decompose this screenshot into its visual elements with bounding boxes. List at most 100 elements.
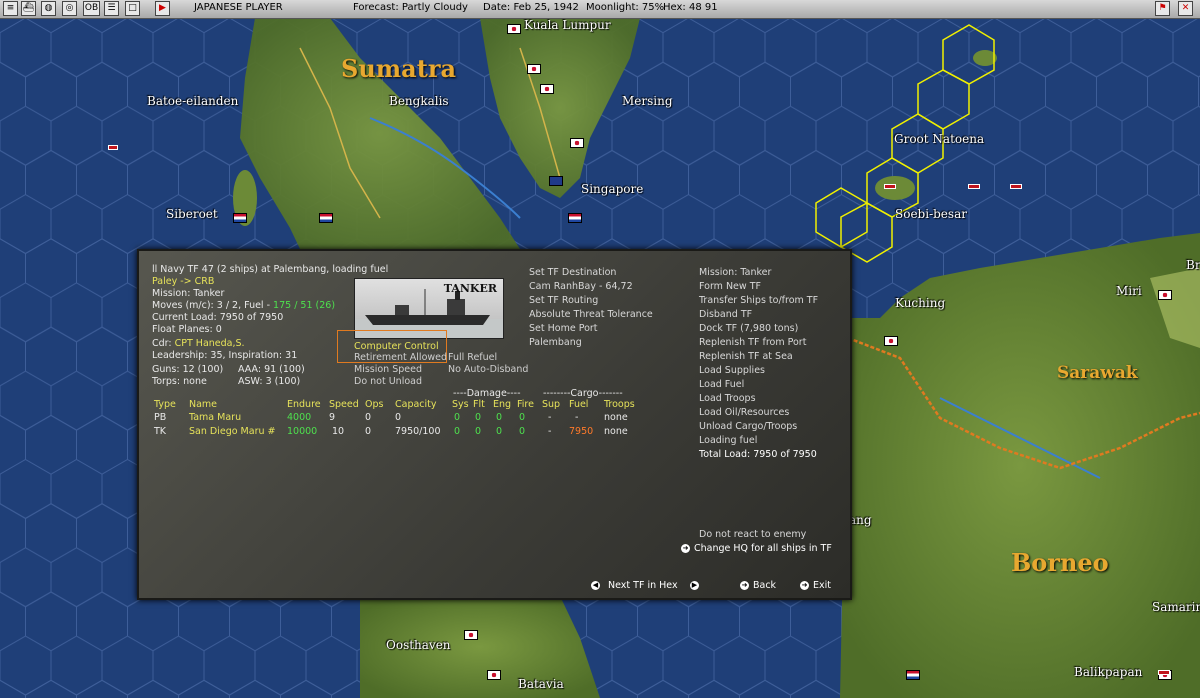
- auto-disband-toggle[interactable]: No Auto-Disband: [448, 364, 528, 376]
- menu-unload-cargo[interactable]: Unload Cargo/Troops: [699, 420, 797, 434]
- moonlight-label: Moonlight: 75%: [586, 2, 665, 13]
- base-marker[interactable]: [884, 336, 898, 346]
- back-button[interactable]: ➜ Back: [740, 580, 776, 591]
- cdr-prefix: Cdr:: [152, 338, 175, 349]
- set-home-port[interactable]: Set Home Port: [529, 322, 598, 336]
- base-marker[interactable]: [527, 64, 541, 74]
- list-icon[interactable]: ☰: [104, 1, 119, 16]
- back-arrow-icon: ➜: [740, 581, 749, 590]
- col-eng: Eng: [493, 399, 512, 410]
- ship-unit[interactable]: [968, 184, 980, 189]
- ship-unit[interactable]: [1010, 184, 1022, 189]
- base-marker[interactable]: [1158, 290, 1172, 300]
- player-label: JAPANESE PLAYER: [194, 2, 283, 13]
- exit-button[interactable]: ➜ Exit: [800, 580, 831, 591]
- full-refuel-toggle[interactable]: Full Refuel: [448, 352, 497, 364]
- do-not-react-toggle[interactable]: Do not react to enemy: [699, 528, 806, 542]
- tf-header: ll Navy TF 47 (2 ships) at Palembang, lo…: [152, 264, 389, 275]
- tf-torps: Torps: none: [152, 376, 207, 387]
- set-tf-routing[interactable]: Set TF Routing: [529, 294, 598, 308]
- tf-current-load: Current Load: 7950 of 7950: [152, 312, 284, 323]
- col-flt: Flt: [473, 399, 485, 410]
- target-icon[interactable]: ◎: [62, 1, 77, 16]
- tf-aaa: AAA: 91 (100): [238, 364, 305, 375]
- base-marker[interactable]: [507, 24, 521, 34]
- row-name[interactable]: San Diego Maru #: [189, 425, 275, 439]
- cdr-name: CPT Haneda,S.: [174, 338, 245, 349]
- tf-route[interactable]: Paley -> CRB: [152, 276, 214, 288]
- menu-icon[interactable]: ≡: [3, 1, 18, 16]
- nl-flag-marker[interactable]: [906, 670, 920, 680]
- next-tf-label[interactable]: Next TF in Hex: [608, 580, 678, 591]
- menu-mission[interactable]: Mission: Tanker: [699, 266, 771, 280]
- menu-load-oil[interactable]: Load Oil/Resources: [699, 406, 789, 420]
- base-marker[interactable]: [487, 670, 501, 680]
- nl-flag-marker[interactable]: [319, 213, 333, 223]
- map-label-batavia: Batavia: [518, 677, 564, 691]
- menu-dock-tf[interactable]: Dock TF (7,980 tons): [699, 322, 798, 336]
- col-capacity: Capacity: [395, 399, 437, 410]
- next-tf-button[interactable]: ▶: [690, 580, 703, 591]
- set-tf-destination[interactable]: Set TF Destination: [529, 266, 616, 280]
- map-label-ang: ang: [849, 513, 872, 527]
- menu-load-supplies[interactable]: Load Supplies: [699, 364, 765, 378]
- row-ops: 0: [365, 426, 372, 437]
- tf-commander[interactable]: Cdr: CPT Haneda,S.: [152, 338, 245, 350]
- tf-guns: Guns: 12 (100): [152, 364, 224, 375]
- row-flt: 0: [475, 426, 482, 437]
- task-force-panel: ll Navy TF 47 (2 ships) at Palembang, lo…: [137, 249, 852, 600]
- menu-load-fuel[interactable]: Load Fuel: [699, 378, 744, 392]
- ship-unit[interactable]: [884, 184, 896, 189]
- ship-icon[interactable]: ⛴: [21, 1, 36, 16]
- ship-unit[interactable]: [1158, 670, 1170, 675]
- row-sys: 0: [454, 426, 461, 437]
- exit-label: Exit: [813, 580, 831, 591]
- uk-flag-marker[interactable]: [549, 176, 563, 186]
- map-label-sarawak: Sarawak: [1057, 363, 1138, 383]
- menu-replenish-port[interactable]: Replenish TF from Port: [699, 336, 806, 350]
- flag-icon[interactable]: ⚑: [1155, 1, 1170, 16]
- map-label-soebi-besar: Soebi-besar: [895, 207, 967, 221]
- tf-mission: Mission: Tanker: [152, 288, 225, 299]
- threat-tolerance[interactable]: Absolute Threat Tolerance: [529, 308, 653, 322]
- map-label-miri: Miri: [1116, 284, 1142, 298]
- back-label: Back: [753, 580, 777, 591]
- row-name[interactable]: Tama Maru: [189, 411, 241, 425]
- nl-flag-marker[interactable]: [233, 213, 247, 223]
- change-hq-button[interactable]: ➜ Change HQ for all ships in TF: [681, 542, 832, 556]
- prev-tf-button[interactable]: ◀: [591, 580, 604, 591]
- arrow-right-icon: ▶: [690, 581, 699, 590]
- close-icon[interactable]: ✕: [1178, 1, 1193, 16]
- menu-form-new-tf[interactable]: Form New TF: [699, 280, 761, 294]
- destination-value[interactable]: Cam RanhBay - 64,72: [529, 280, 633, 294]
- mission-speed-toggle[interactable]: Mission Speed: [354, 364, 422, 376]
- home-port-value[interactable]: Palembang: [529, 336, 582, 350]
- map-label-br: Br: [1186, 258, 1200, 272]
- map-label-batoe: Batoe-eilanden: [147, 94, 239, 108]
- tf-float-planes: Float Planes: 0: [152, 324, 222, 335]
- ob-button[interactable]: OB: [83, 1, 100, 16]
- base-marker[interactable]: [570, 138, 584, 148]
- globe-icon[interactable]: ◍: [41, 1, 56, 16]
- row-type: TK: [154, 426, 167, 437]
- menu-load-troops[interactable]: Load Troops: [699, 392, 756, 406]
- unload-toggle[interactable]: Do not Unload: [354, 376, 422, 388]
- date-label: Date: Feb 25, 1942: [483, 2, 579, 13]
- play-icon[interactable]: ▶: [155, 1, 170, 16]
- window-icon[interactable]: □: [125, 1, 140, 16]
- menu-replenish-sea[interactable]: Replenish TF at Sea: [699, 350, 793, 364]
- loading-status: Loading fuel: [699, 435, 758, 446]
- retirement-toggle[interactable]: Retirement Allowed: [354, 352, 447, 364]
- menu-transfer-ships[interactable]: Transfer Ships to/from TF: [699, 294, 818, 308]
- row-endure: 4000: [287, 412, 312, 423]
- menu-disband-tf[interactable]: Disband TF: [699, 308, 752, 322]
- ship-unit[interactable]: [108, 145, 118, 150]
- row-sys: 0: [454, 412, 461, 423]
- row-fuel: 7950: [569, 426, 594, 437]
- base-marker[interactable]: [464, 630, 478, 640]
- base-marker[interactable]: [540, 84, 554, 94]
- row-fire: 0: [519, 412, 526, 423]
- col-endure: Endure: [287, 399, 321, 410]
- row-type: PB: [154, 412, 167, 423]
- nl-flag-marker[interactable]: [568, 213, 582, 223]
